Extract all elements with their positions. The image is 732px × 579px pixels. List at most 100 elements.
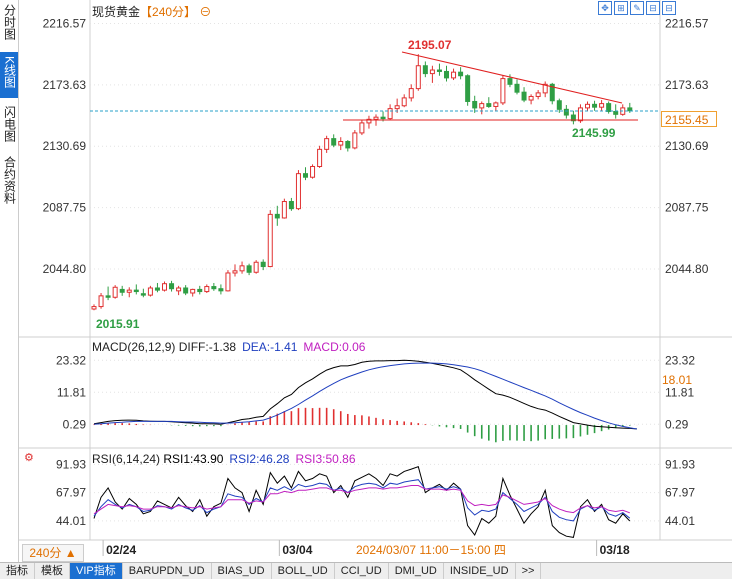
candle[interactable] (408, 88, 414, 99)
tab-lightning[interactable]: 闪电图 (0, 102, 18, 148)
candle[interactable] (577, 107, 583, 122)
candle[interactable] (126, 289, 132, 293)
candle[interactable] (239, 265, 245, 272)
candle[interactable] (429, 69, 435, 75)
candle[interactable] (500, 78, 506, 104)
candle[interactable] (190, 288, 196, 294)
macd-panel[interactable]: MACD(26,12,9) DIFF:-1.38 DEA:-1.41 MACD:0.… (56, 340, 695, 443)
tab-contract[interactable]: 合约资料 (0, 152, 18, 214)
candle[interactable] (183, 287, 189, 294)
candle[interactable] (479, 103, 485, 109)
candle[interactable] (317, 148, 323, 167)
tab-kline[interactable]: K线图 (0, 52, 18, 98)
zoom-in-icon[interactable]: ⊞ (614, 1, 628, 15)
candle[interactable] (472, 100, 478, 109)
tab-cci[interactable]: CCI_UD (335, 563, 389, 579)
candle[interactable] (162, 283, 167, 291)
candle[interactable] (493, 102, 499, 107)
candle[interactable] (373, 116, 379, 120)
tab-vip-indicators[interactable]: VIP指标 (70, 563, 123, 579)
candle[interactable] (563, 108, 569, 116)
tab-dmi[interactable]: DMI_UD (389, 563, 444, 579)
candle[interactable] (112, 286, 118, 298)
period-selector[interactable]: 240分 ▲ (22, 544, 84, 562)
candle[interactable] (486, 103, 492, 107)
candle[interactable] (147, 287, 153, 296)
candle[interactable] (458, 71, 464, 77)
candle[interactable] (105, 295, 111, 298)
candle[interactable] (585, 103, 590, 109)
settings-icon[interactable]: ⊖ (199, 5, 211, 19)
candle[interactable] (465, 75, 471, 102)
candle[interactable] (606, 103, 612, 112)
candle[interactable] (359, 122, 365, 134)
move-icon[interactable]: ✥ (598, 1, 612, 15)
candle[interactable] (154, 287, 160, 291)
candle[interactable] (387, 108, 393, 120)
tab-intraday[interactable]: 分时图 (0, 4, 18, 44)
tab-barupdn[interactable]: BARUPDN_UD (123, 563, 212, 579)
candle[interactable] (535, 92, 541, 97)
candle[interactable] (394, 105, 400, 110)
candle[interactable] (119, 288, 125, 293)
candle[interactable] (98, 295, 104, 308)
candle[interactable] (556, 100, 562, 110)
candle[interactable] (267, 213, 273, 268)
candle[interactable] (303, 173, 308, 178)
tab-bias[interactable]: BIAS_UD (212, 563, 272, 579)
zoom-out-icon[interactable]: ⊟ (646, 1, 660, 15)
candle[interactable] (225, 272, 231, 292)
candle[interactable] (310, 165, 316, 178)
tab-boll[interactable]: BOLL_UD (272, 563, 335, 579)
candle[interactable] (274, 213, 280, 219)
candle[interactable] (204, 286, 210, 293)
candle[interactable] (507, 78, 513, 85)
candle[interactable] (422, 65, 428, 75)
candle[interactable] (380, 116, 386, 120)
candle[interactable] (436, 69, 442, 72)
candle[interactable] (288, 201, 294, 210)
zoom-out-2-icon[interactable]: ⊟ (662, 1, 676, 15)
candle[interactable] (197, 288, 203, 293)
draw-icon[interactable]: ✎ (630, 1, 644, 15)
candle[interactable] (331, 138, 337, 146)
candle[interactable] (592, 103, 598, 108)
candle[interactable] (352, 132, 358, 149)
candle[interactable] (91, 306, 97, 310)
candle[interactable] (415, 65, 421, 90)
trendlines-layer[interactable] (90, 51, 660, 121)
candle[interactable] (253, 261, 259, 273)
candle[interactable] (140, 293, 146, 296)
candle[interactable] (345, 140, 351, 149)
candle[interactable] (521, 91, 527, 101)
candle[interactable] (451, 71, 457, 79)
candle[interactable] (281, 201, 287, 219)
chart-canvas[interactable]: 2216.57 2216.57 2173.63 2173.63 2130.69 2130.… (0, 0, 732, 578)
upper-trendline[interactable] (401, 51, 623, 104)
rsi-panel[interactable]: ⚙ RSI(6,14,24) RSI1:43.90 RSI2:46.28 RSI3:5… (24, 452, 695, 538)
candle[interactable] (133, 289, 139, 293)
candle[interactable] (528, 95, 534, 101)
rsi-settings-icon[interactable]: ⚙ (24, 452, 34, 464)
candle[interactable] (176, 287, 182, 292)
candle[interactable] (401, 97, 407, 107)
candle[interactable] (218, 288, 224, 292)
tab-inside[interactable]: INSIDE_UD (444, 563, 516, 579)
candle[interactable] (613, 110, 619, 115)
candle[interactable] (324, 138, 330, 150)
candle[interactable] (246, 265, 252, 273)
candle[interactable] (514, 83, 520, 93)
tab-more[interactable]: >> (516, 563, 542, 579)
candle[interactable] (211, 286, 217, 290)
tab-templates[interactable]: 模板 (35, 563, 70, 579)
candle[interactable] (627, 107, 633, 112)
candle[interactable] (338, 140, 344, 146)
candle[interactable] (260, 261, 266, 268)
candle[interactable] (295, 173, 301, 210)
tab-indicators[interactable]: 指标 (0, 563, 35, 579)
candle[interactable] (169, 283, 175, 290)
candles-layer[interactable] (91, 54, 633, 311)
candle[interactable] (599, 103, 605, 108)
candle[interactable] (232, 270, 238, 274)
candle[interactable] (444, 70, 449, 79)
